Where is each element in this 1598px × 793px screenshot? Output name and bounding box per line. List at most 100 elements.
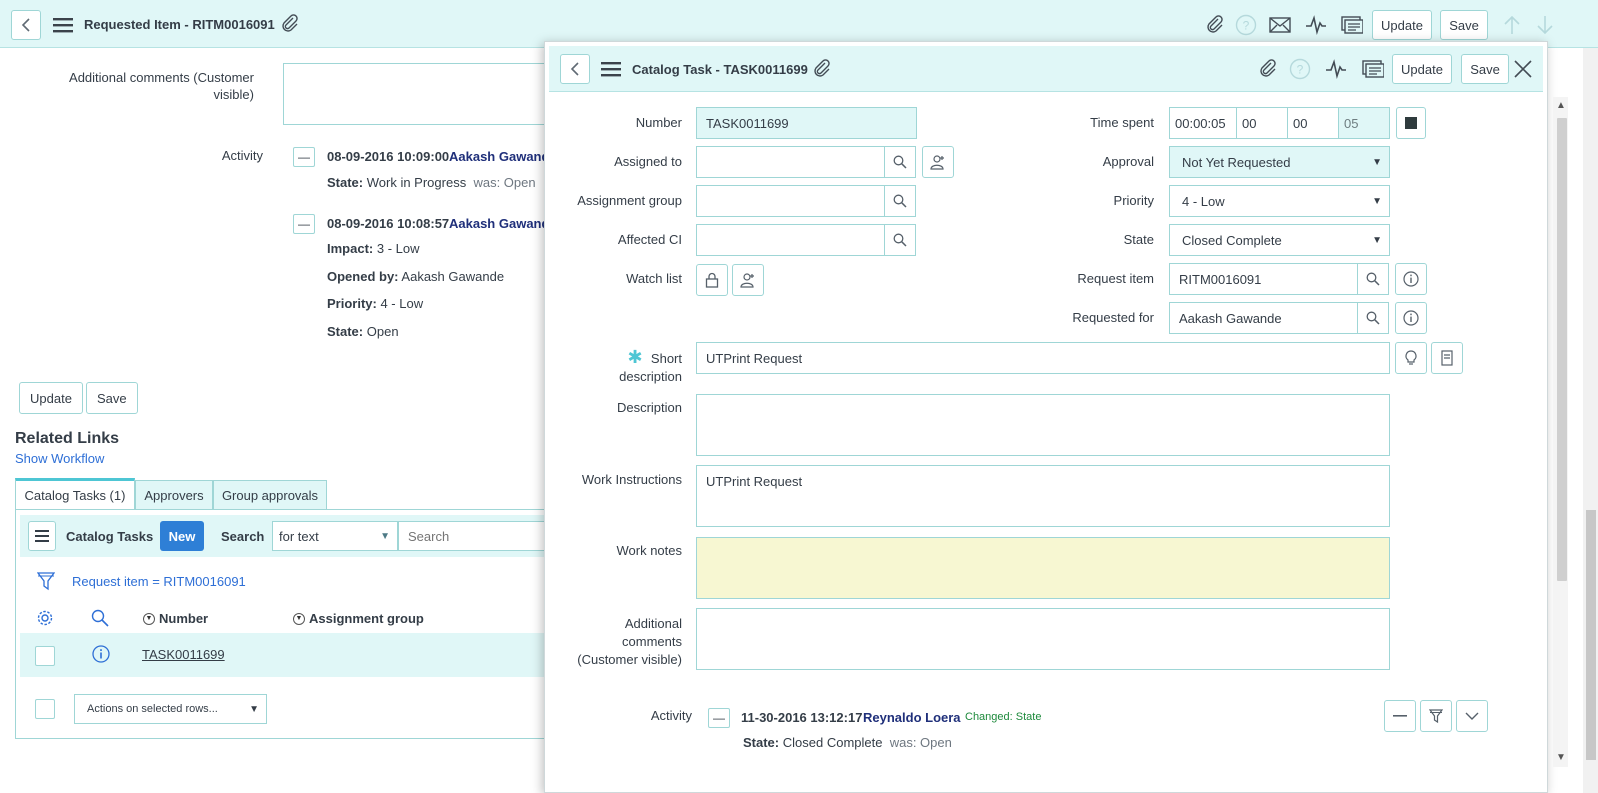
actions-select[interactable]: Actions on selected rows... ▼ <box>74 694 267 724</box>
column-menu-icon: ▼ <box>293 612 305 625</box>
search-mode-select[interactable]: for text ▼ <box>272 521 398 551</box>
requested-for-search-button[interactable] <box>1357 302 1389 334</box>
collapse-all-button[interactable] <box>1384 700 1416 732</box>
form-update-button[interactable]: Update <box>19 382 83 414</box>
approval-select[interactable]: Not Yet Requested ▼ <box>1169 146 1390 178</box>
paperclip-icon[interactable] <box>811 58 833 80</box>
activity-user[interactable]: Reynaldo Loera <box>863 710 961 725</box>
envelope-icon[interactable] <box>1268 13 1292 37</box>
select-all-checkbox[interactable] <box>35 699 55 719</box>
page-scrollbar-thumb[interactable] <box>1586 510 1596 760</box>
assignment-group-search-button[interactable] <box>884 185 916 217</box>
new-button[interactable]: New <box>160 521 204 551</box>
watch-list-lock-button[interactable] <box>696 264 728 296</box>
gear-icon[interactable] <box>35 608 55 628</box>
list-search-input[interactable] <box>398 521 555 551</box>
dialog-back-button[interactable] <box>560 54 590 84</box>
time-spent-minutes-input[interactable]: 00 <box>1287 107 1339 139</box>
approval-value: Not Yet Requested <box>1182 154 1291 170</box>
assignment-group-field[interactable] <box>696 185 885 217</box>
caret-down-icon: ▼ <box>1372 195 1382 207</box>
pulse-icon[interactable] <box>1324 57 1348 81</box>
close-icon[interactable] <box>1512 58 1534 80</box>
knowledge-search-button[interactable] <box>1431 342 1463 374</box>
activity-time: 11-30-2016 13:12:17 <box>741 710 863 725</box>
affected-ci-search-button[interactable] <box>884 224 916 256</box>
tab-catalog-tasks[interactable]: Catalog Tasks (1) <box>15 478 135 510</box>
dialog-save-button[interactable]: Save <box>1461 54 1509 84</box>
number-field[interactable]: TASK0011699 <box>696 107 917 139</box>
expand-button[interactable] <box>1456 700 1488 732</box>
arrow-down-icon[interactable] <box>1533 13 1557 37</box>
activity-collapse-button[interactable]: — <box>293 214 315 234</box>
show-workflow-link[interactable]: Show Workflow <box>15 451 104 466</box>
header-save-button[interactable]: Save <box>1440 10 1488 40</box>
tab-group-approvals[interactable]: Group approvals <box>213 480 327 510</box>
column-header-number[interactable]: ▼ Number <box>143 611 208 626</box>
tab-approvers[interactable]: Approvers <box>135 480 213 510</box>
caret-down-icon: ▼ <box>1372 156 1382 168</box>
suggestion-button[interactable] <box>1395 342 1427 374</box>
column-header-assignment-group[interactable]: ▼ Assignment group <box>293 611 424 626</box>
paperclip-icon[interactable] <box>279 13 301 35</box>
request-item-search-button[interactable] <box>1357 263 1389 295</box>
activity-collapse-button[interactable]: — <box>293 147 315 167</box>
priority-select[interactable]: 4 - Low ▼ <box>1169 185 1390 217</box>
scroll-up-arrow-icon[interactable]: ▲ <box>1556 100 1566 111</box>
number-label: Number <box>635 115 682 130</box>
task-number-link[interactable]: TASK0011699 <box>142 647 225 662</box>
assigned-to-field[interactable] <box>696 146 885 178</box>
filter-icon[interactable] <box>36 571 56 591</box>
lightbulb-icon <box>1405 350 1417 365</box>
activity-line: State: Work in Progress was: Open <box>327 175 536 190</box>
assign-to-me-button[interactable] <box>922 146 954 178</box>
watch-list-add-me-button[interactable] <box>732 264 764 296</box>
hamburger-icon[interactable] <box>600 58 622 80</box>
activity-filter-button[interactable] <box>1420 700 1452 732</box>
search-icon[interactable] <box>90 608 110 628</box>
work-instructions-textarea[interactable]: UTPrint Request <box>696 465 1390 527</box>
state-select[interactable]: Closed Complete ▼ <box>1169 224 1390 256</box>
additional-comments-textarea[interactable] <box>696 608 1390 670</box>
filter-breadcrumb[interactable]: Request item = RITM0016091 <box>72 574 246 589</box>
short-description-field[interactable]: UTPrint Request <box>696 342 1390 374</box>
template-icon[interactable] <box>1361 57 1385 81</box>
time-spent-hours-input[interactable]: 00 <box>1236 107 1288 139</box>
info-icon[interactable] <box>91 644 111 664</box>
help-icon[interactable]: ? <box>1288 57 1312 81</box>
back-button[interactable] <box>11 10 41 40</box>
scroll-down-arrow-icon[interactable]: ▼ <box>1556 752 1566 763</box>
dialog-update-button[interactable]: Update <box>1392 54 1452 84</box>
hamburger-icon[interactable] <box>52 14 74 36</box>
work-notes-textarea[interactable] <box>696 537 1390 599</box>
template-icon[interactable] <box>1340 13 1364 37</box>
activity-collapse-button[interactable]: — <box>708 708 730 728</box>
help-icon[interactable]: ? <box>1234 13 1258 37</box>
timer-stop-button[interactable] <box>1396 107 1426 139</box>
activity-changed: Changed: State <box>965 711 1041 723</box>
attachment-icon[interactable] <box>1256 57 1280 81</box>
arrow-up-icon[interactable] <box>1500 13 1524 37</box>
time-spent-seconds-input[interactable]: 05 <box>1338 107 1390 139</box>
activity-user[interactable]: Aakash Gawande <box>449 149 545 164</box>
pulse-icon[interactable] <box>1304 13 1328 37</box>
filter-icon <box>1429 709 1443 724</box>
dialog-title: Catalog Task - TASK0011699 <box>632 62 808 77</box>
description-textarea[interactable] <box>696 394 1390 456</box>
assigned-to-search-button[interactable] <box>884 146 916 178</box>
additional-comments-textarea[interactable] <box>283 63 553 125</box>
request-item-info-button[interactable] <box>1395 263 1427 295</box>
requested-for-info-button[interactable] <box>1395 302 1427 334</box>
info-icon <box>1403 310 1419 326</box>
approval-label: Approval <box>1102 154 1154 169</box>
row-checkbox[interactable] <box>35 646 55 666</box>
attachment-icon[interactable] <box>1203 13 1227 37</box>
list-menu-button[interactable] <box>28 521 56 551</box>
request-item-field[interactable]: RITM0016091 <box>1169 263 1358 295</box>
form-save-button[interactable]: Save <box>86 382 138 414</box>
activity-user[interactable]: Aakash Gawande <box>449 216 545 231</box>
requested-for-field[interactable]: Aakash Gawande <box>1169 302 1358 334</box>
header-update-button[interactable]: Update <box>1372 10 1432 40</box>
affected-ci-field[interactable] <box>696 224 885 256</box>
dialog-scrollbar-thumb[interactable] <box>1557 118 1567 581</box>
